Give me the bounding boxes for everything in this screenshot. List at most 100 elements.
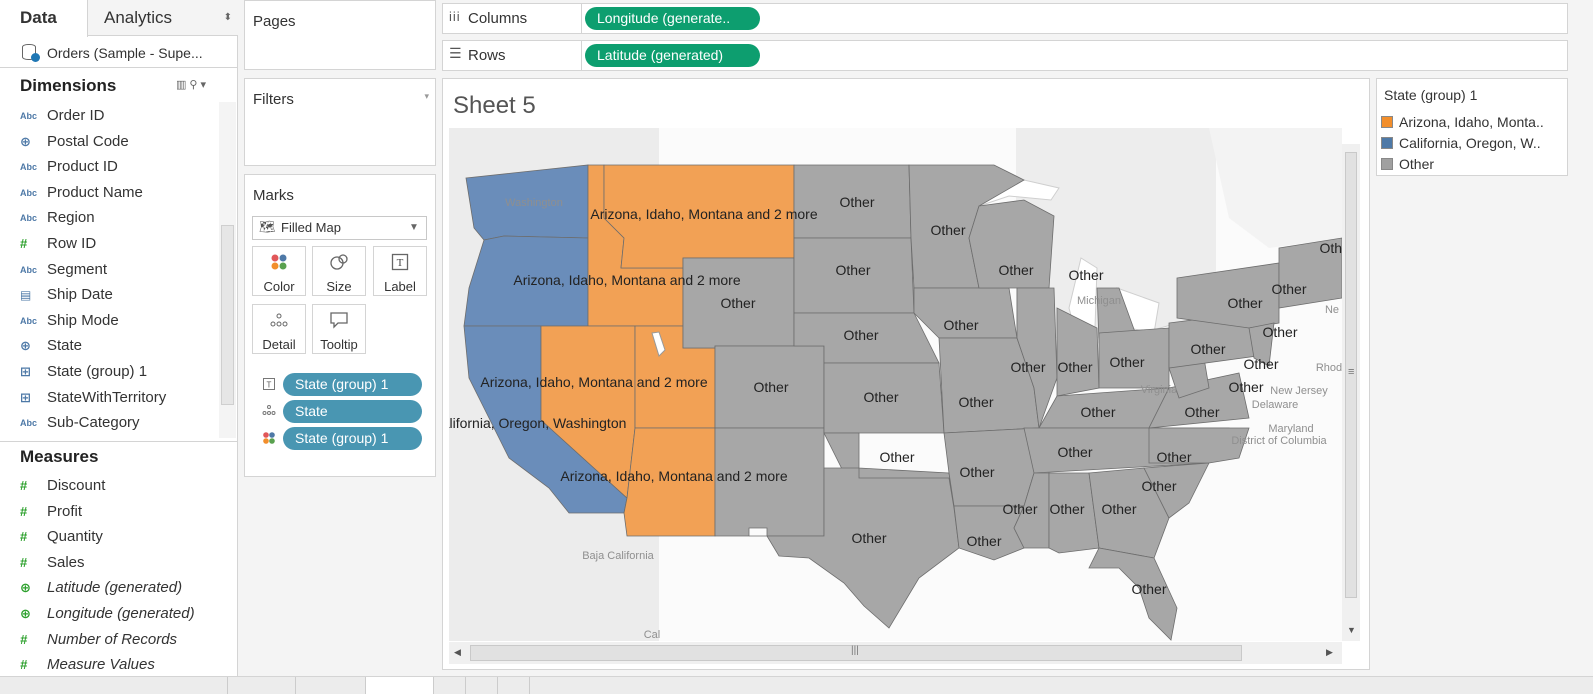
globe-icon: ⊕ <box>20 606 31 621</box>
number-type-icon: # <box>20 236 28 251</box>
field-label: Profit <box>47 502 83 520</box>
basemap-label-dc: District of Columbia <box>1231 435 1327 447</box>
datasource-name[interactable]: Orders (Sample - Supe... <box>0 38 238 68</box>
size-button[interactable]: Size <box>312 246 366 296</box>
globe-icon: ⊕ <box>20 133 31 149</box>
string-type-icon: Abc <box>20 418 38 429</box>
map-label-mi: Other <box>1068 267 1103 283</box>
scroll-left-icon[interactable]: ◀ <box>454 647 461 658</box>
map-label-tx: Other <box>851 530 886 546</box>
map-label-ky: Other <box>1080 404 1115 420</box>
map-label-ny: Other <box>1227 295 1262 311</box>
map-label-in: Other <box>1057 359 1092 375</box>
field-item[interactable]: ⊞ StateWithTerritory <box>0 386 220 410</box>
field-item[interactable]: # Row ID <box>0 232 220 256</box>
color-button[interactable]: Color <box>252 246 306 296</box>
tooltip-button[interactable]: Tooltip <box>312 304 366 354</box>
field-item[interactable]: Abc Segment <box>0 258 220 282</box>
map-label-ok: Other <box>879 449 914 465</box>
scroll-down-icon[interactable]: ▼ <box>1347 625 1356 635</box>
map-label-nc: Other <box>1156 449 1191 465</box>
marks-pill-color[interactable]: State (group) 1 <box>283 427 422 450</box>
size-label: Size <box>326 279 352 294</box>
map-label-ne-states: Other <box>1271 281 1306 297</box>
number-type-icon: # <box>20 657 28 673</box>
field-item[interactable]: Abc Sub-Category <box>0 411 220 435</box>
marks-pill-detail[interactable]: State <box>283 400 422 423</box>
map-label-ar: Other <box>959 464 994 480</box>
field-item[interactable]: # Discount <box>0 474 220 498</box>
marks-pill-label[interactable]: State (group) 1 <box>283 373 422 396</box>
field-item[interactable]: Abc Region <box>0 206 220 230</box>
sheet-tab[interactable] <box>160 677 228 694</box>
field-label: Product ID <box>47 158 118 176</box>
sheet-tab[interactable] <box>434 677 466 694</box>
columns-label: Columns <box>468 10 528 27</box>
field-item[interactable]: Abc Order ID <box>0 104 220 128</box>
map-label-tn: Other <box>1057 444 1092 460</box>
field-item[interactable]: # Measure Values <box>0 653 220 677</box>
detail-icon <box>253 311 305 333</box>
field-item[interactable]: ⊕ Longitude (generated) <box>0 602 220 626</box>
shelf-divider <box>581 3 582 34</box>
field-item[interactable]: # Number of Records <box>0 628 220 652</box>
map-label-sd: Other <box>835 262 870 278</box>
chevron-down-icon[interactable]: ▼ <box>409 222 419 233</box>
field-item[interactable]: ⊕ Latitude (generated) <box>0 576 220 600</box>
field-item[interactable]: Abc Ship Mode <box>0 309 220 333</box>
field-item[interactable]: ⊕ State <box>0 334 220 358</box>
mark-type-dropdown[interactable]: Filled Map <box>252 216 427 240</box>
chevron-down-icon[interactable]: ▾ <box>200 79 209 91</box>
columns-pill[interactable]: Longitude (generate.. <box>585 7 760 30</box>
field-item[interactable]: Abc Product ID <box>0 155 220 179</box>
detail-encoding-icon <box>262 404 276 419</box>
search-icon[interactable]: ⚲ <box>189 79 200 91</box>
tab-analytics-label: Analytics <box>104 8 173 27</box>
detail-button[interactable]: Detail <box>252 304 306 354</box>
pages-shelf[interactable]: Pages <box>244 0 436 70</box>
view-icon[interactable]: ▥ <box>176 79 189 91</box>
field-label: Quantity <box>47 528 103 546</box>
pages-title: Pages <box>253 13 296 30</box>
shelf-divider <box>581 40 582 71</box>
sheet-tab[interactable] <box>466 677 498 694</box>
label-encoding-icon: T <box>263 378 275 393</box>
filters-shelf[interactable]: Filters ▾ <box>244 78 436 166</box>
chevron-down-icon[interactable]: ▾ <box>424 91 429 102</box>
sheet-tab-active[interactable] <box>366 677 434 694</box>
sheet-tab[interactable] <box>228 677 296 694</box>
filled-map[interactable]: Arizona, Idaho, Montana and 2 more Arizo… <box>449 128 1342 641</box>
tab-data[interactable]: Data <box>0 0 88 37</box>
basemap-label-rhode: Rhod <box>1316 362 1342 374</box>
dimensions-scroll-thumb[interactable] <box>221 225 234 405</box>
field-label: Longitude (generated) <box>47 605 195 622</box>
rows-pill[interactable]: Latitude (generated) <box>585 44 760 67</box>
grip-icon: ||| <box>851 645 859 656</box>
number-type-icon: # <box>20 529 28 545</box>
dimensions-tools: ▥⚲▾ <box>176 78 209 91</box>
sheet-tab[interactable] <box>498 677 530 694</box>
legend-item-label: Other <box>1399 156 1435 172</box>
field-label: Row ID <box>47 235 97 252</box>
tab-analytics[interactable]: Analytics ⬍ <box>88 0 238 36</box>
legend-item[interactable]: Arizona, Idaho, Monta.. <box>1381 112 1565 132</box>
label-button[interactable]: T Label <box>373 246 427 296</box>
field-item[interactable]: # Profit <box>0 500 220 524</box>
legend-item[interactable]: California, Oregon, W.. <box>1381 133 1565 153</box>
field-item[interactable]: # Quantity <box>0 525 220 549</box>
legend-item[interactable]: Other <box>1381 154 1565 174</box>
field-item[interactable]: Abc Product Name <box>0 181 220 205</box>
basemap-label-michigan: Michigan <box>1077 295 1121 307</box>
field-item[interactable]: ⊞ State (group) 1 <box>0 360 220 384</box>
basemap-label-new-jersey: New Jersey <box>1270 385 1328 397</box>
scroll-right-icon[interactable]: ▶ <box>1326 647 1333 658</box>
color-encoding-icon <box>262 431 276 448</box>
map-label-me: Other <box>1319 240 1342 256</box>
svg-text:T: T <box>397 257 404 269</box>
mark-type-value: Filled Map <box>281 220 341 235</box>
field-item[interactable]: ▤ Ship Date <box>0 283 220 307</box>
field-item[interactable]: # Sales <box>0 551 220 575</box>
sheet-tab[interactable] <box>296 677 366 694</box>
map-label-md: Other <box>1228 379 1263 395</box>
field-item[interactable]: ⊕ Postal Code <box>0 130 220 154</box>
